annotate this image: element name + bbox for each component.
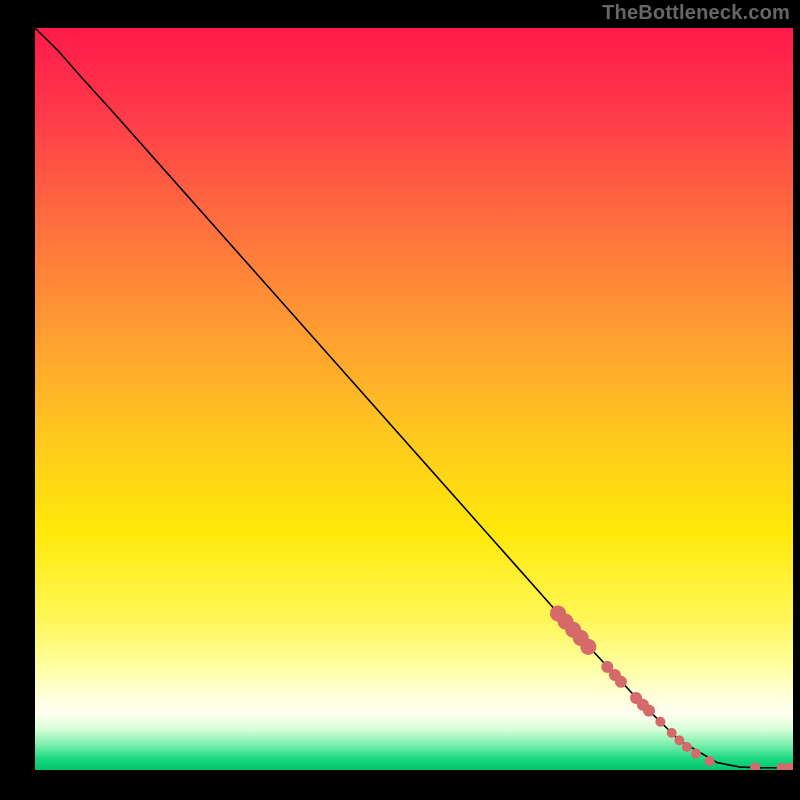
gradient-background [35, 28, 793, 770]
data-marker [580, 639, 596, 655]
data-marker [674, 735, 684, 745]
data-marker [667, 728, 677, 738]
data-marker [655, 717, 665, 727]
watermark-text: TheBottleneck.com [602, 2, 790, 25]
data-marker [615, 676, 627, 688]
plot-area [35, 28, 793, 770]
data-marker [682, 742, 692, 752]
chart-stage: TheBottleneck.com [0, 0, 800, 800]
data-marker [643, 705, 655, 717]
chart-svg [35, 28, 793, 770]
data-marker [691, 749, 701, 759]
data-marker [705, 756, 715, 766]
